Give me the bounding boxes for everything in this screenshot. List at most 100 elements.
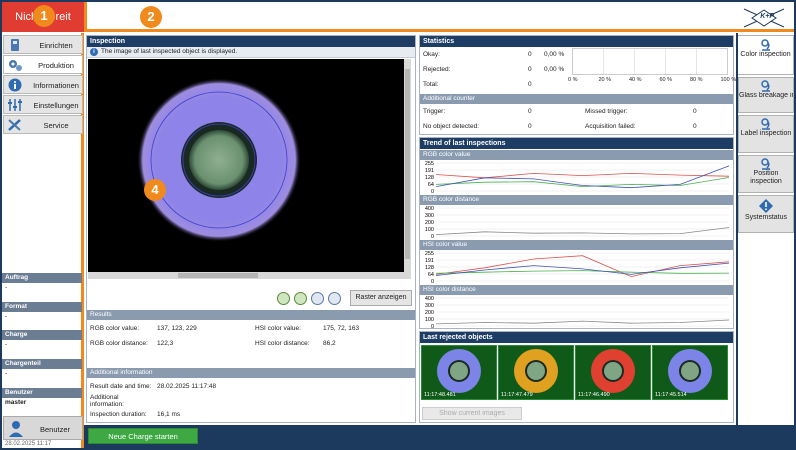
production-gear-icon (9, 60, 22, 71)
trigger-value: 0 (528, 108, 532, 115)
statistics-axis-tick: 100 % (720, 77, 737, 83)
nav-label: Produktion (38, 61, 74, 70)
nav-label: Informationen (33, 81, 79, 90)
trend-chart-title: RGB color value (420, 150, 733, 160)
tab-label: Color inspection (740, 51, 791, 58)
nav-service[interactable]: Service (3, 115, 83, 134)
trend-panel: Trend of last inspections RGB color valu… (419, 137, 734, 329)
hsi-distance: 86,2 (323, 340, 336, 347)
raster-button[interactable]: Raster anzeigen (350, 290, 412, 306)
group-format-value: - (5, 313, 8, 320)
hsi-distance-label: HSI color distance: (255, 340, 310, 347)
nav-label: Einstellungen (33, 101, 79, 110)
tab-glass-breakage[interactable]: Glass breakage inspe (738, 77, 794, 113)
trend-series-line (435, 319, 730, 325)
zoom-out-icon[interactable] (294, 292, 307, 305)
y-tick-label: 300 (425, 213, 434, 219)
tab-position-inspection[interactable]: Position inspection (738, 155, 794, 193)
y-tick-label: 255 (425, 251, 434, 257)
nav-einstellungen[interactable]: Einstellungen (3, 95, 83, 114)
tab-systemstatus[interactable]: Systemstatus (738, 195, 794, 233)
show-current-images-button[interactable]: Show current images (422, 407, 522, 420)
y-tick-label: 0 (431, 234, 434, 239)
y-tick-label: 300 (425, 303, 434, 309)
zoom-fit-icon[interactable] (311, 292, 324, 305)
user-icon (9, 421, 23, 437)
tab-label-inspection[interactable]: Label inspection (738, 115, 794, 153)
callout-4: 4 (144, 179, 166, 201)
microscope-icon (761, 158, 770, 170)
group-format: Format (2, 302, 82, 312)
result-date-value: 28.02.2025 11:17:48 (157, 383, 217, 390)
statistics-axis-tick: 80 % (690, 77, 703, 83)
okay-pct: 0,00 % (544, 51, 565, 58)
statistics-title: Statistics (420, 36, 733, 47)
additional-title: Additional information (87, 368, 415, 378)
sidebar: Einrichten Produktion Informationen Eins… (2, 33, 84, 448)
trend-chart-title: HSI color distance (420, 285, 733, 295)
callout-1: 1 (33, 5, 55, 27)
tab-color-inspection[interactable]: Color inspection (738, 35, 794, 75)
result-date-label: Result date and time: (90, 383, 152, 390)
y-tick-label: 100 (425, 317, 434, 323)
nav-einrichten[interactable]: Einrichten (3, 35, 83, 54)
total-count: 0 (528, 81, 532, 88)
rejected-label: Rejected: (423, 66, 451, 73)
tab-label: Glass breakage inspe (739, 92, 793, 99)
tab-label: Label inspection (740, 130, 792, 137)
hsi-value-label: HSI color value: (255, 325, 301, 332)
zoom-reset-icon[interactable] (328, 292, 341, 305)
additional-info-label: Additional information: (90, 394, 124, 408)
rejected-time: 11:17:45.514 (655, 392, 687, 398)
datetime: 28.02.2025 11:17 (5, 441, 52, 447)
group-benutzer-value: master (5, 399, 27, 406)
trend-chart: 255191128640 (425, 251, 730, 284)
okay-label: Okay: (423, 51, 440, 58)
rejected-thumbnail[interactable]: 11:17:48.481 (421, 345, 497, 400)
trend-chart-title: RGB color distance (420, 195, 733, 205)
tab-label: Systemstatus (744, 214, 787, 221)
statistics-axis-tick: 0 % (568, 77, 578, 83)
callout-2: 2 (140, 6, 162, 28)
new-charge-button[interactable]: Neue Charge starten (88, 428, 198, 444)
inspection-title: Inspection (87, 36, 415, 47)
nav-label: Einrichten (39, 41, 73, 50)
y-tick-label: 64 (428, 272, 434, 278)
okay-count: 0 (528, 51, 532, 58)
group-charge-value: - (5, 341, 8, 348)
acquisition-failed-value: 0 (693, 123, 697, 130)
diamond-info-icon (759, 199, 773, 213)
duration-value: 16,1 ms (157, 411, 181, 418)
rejected-thumbnail[interactable]: 11:17:45.514 (652, 345, 728, 400)
rejected-thumbnail[interactable]: 11:17:47.479 (498, 345, 574, 400)
setup-icon (11, 39, 19, 51)
microscope-icon (761, 118, 770, 130)
acquisition-failed-label: Acquisition failed: (585, 123, 636, 130)
rgb-distance: 122,3 (157, 340, 174, 347)
inspection-panel: Inspection i The image of last inspected… (86, 35, 416, 423)
nav-produktion[interactable]: Produktion (3, 55, 83, 74)
rejected-thumbnail[interactable]: 11:17:46.490 (575, 345, 651, 400)
hsi-value: 175, 72, 163 (323, 325, 360, 332)
results-title: Results (87, 310, 415, 320)
inspected-object-image (88, 59, 411, 279)
statistics-axis-tick: 60 % (659, 77, 673, 83)
y-tick-label: 64 (428, 182, 434, 188)
rejected-time: 11:17:48.481 (424, 392, 456, 398)
group-chargenteil-value: - (5, 370, 8, 377)
info-small-icon: i (90, 48, 98, 56)
nav-informationen[interactable]: Informationen (3, 75, 83, 94)
info-icon (8, 78, 22, 92)
trend-title: Trend of last inspections (420, 138, 733, 149)
y-tick-label: 191 (425, 168, 434, 174)
y-tick-label: 100 (425, 227, 434, 233)
rgb-value-label: RGB color value: (90, 325, 140, 332)
y-tick-label: 255 (425, 161, 434, 167)
user-button[interactable]: Benutzer (3, 416, 83, 440)
counters-title: Additional counter (420, 94, 733, 104)
zoom-in-icon[interactable] (277, 292, 290, 305)
camera-image (88, 59, 411, 279)
group-charge: Charge (2, 330, 82, 340)
group-benutzer: Benutzer (2, 388, 82, 398)
trend-chart-title: HSI color value (420, 240, 733, 250)
